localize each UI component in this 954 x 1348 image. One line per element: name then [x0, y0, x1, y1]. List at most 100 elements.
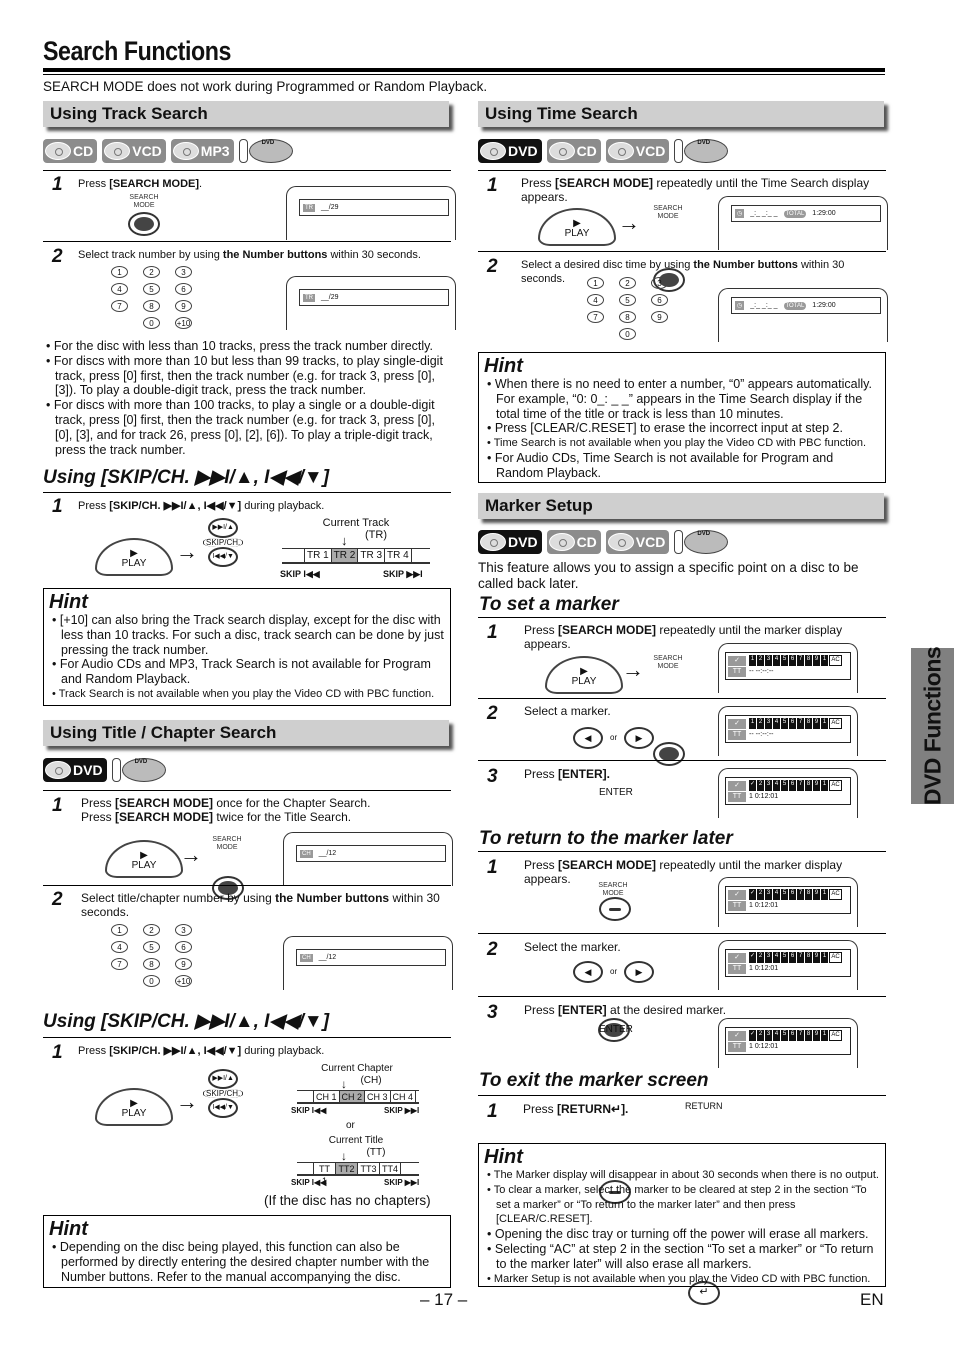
marker-slots: ✓ 2 3 4 5 6 7 8 9 1 AC	[749, 952, 842, 963]
number-button-1[interactable]: 1	[111, 924, 128, 936]
step-number: 2	[52, 889, 63, 910]
hint-item: • Track Search is not available when you…	[52, 687, 435, 700]
tv-screen: ✓ 1 2 3 4 5 6 7 8 9 1 AC TT -- --:--:--	[718, 643, 858, 693]
right-button[interactable]: ▶	[624, 961, 654, 983]
number-button-1[interactable]: 1	[111, 266, 128, 278]
divider	[43, 885, 451, 886]
number-button-6[interactable]: 6	[175, 941, 192, 953]
number-button-5[interactable]: 5	[143, 941, 160, 953]
number-button-1[interactable]: 1	[587, 277, 604, 289]
disc-compatibility: DVD DVD	[43, 757, 166, 783]
hint-box-time: Hint • When there is no need to enter a …	[478, 352, 886, 483]
remote-dvd-icon: DVD	[674, 530, 729, 554]
number-button-4[interactable]: 4	[111, 283, 128, 295]
current-track-caption: Current Track (TR)	[322, 517, 390, 541]
number-button-4[interactable]: 4	[111, 941, 128, 953]
number-button-0[interactable]: 0	[143, 975, 160, 987]
divider	[43, 1037, 451, 1038]
step-number: 1	[52, 1042, 63, 1063]
disc-icon	[172, 142, 199, 160]
number-button-3[interactable]: 3	[175, 924, 192, 936]
skip-prev-button[interactable]: I◀◀/▼	[208, 547, 239, 567]
hint-item: • Opening the disc tray or turning off t…	[487, 1227, 869, 1242]
arrow-down-icon: ↓	[341, 1149, 347, 1163]
number-button-7[interactable]: 7	[111, 958, 128, 970]
hint-box-track: Hint • [+10] can also bring the Track se…	[43, 588, 451, 706]
number-button-4[interactable]: 4	[587, 294, 604, 306]
skip-prev-button[interactable]: I◀◀/▼	[208, 1098, 239, 1118]
note-item: • For the disc with less than 10 tracks,…	[46, 339, 433, 353]
title-cell-current: TT2	[335, 1163, 357, 1174]
disc-badge-dvd: DVD	[478, 139, 542, 163]
skip-next-label: SKIP ▶▶I	[384, 1178, 420, 1187]
number-button-9[interactable]: 9	[175, 958, 192, 970]
step-text: Press [RETURN↵].	[523, 1102, 629, 1116]
title-rule-thin	[43, 74, 885, 75]
current-chapter-caption: Current Chapter (CH)	[321, 1063, 393, 1086]
hint-item: • [+10] can also bring the Track search …	[52, 613, 444, 657]
number-button-9[interactable]: 9	[175, 300, 192, 312]
disc-badge-dvd: DVD	[478, 530, 542, 554]
play-button[interactable]: ▶ PLAY	[95, 538, 173, 576]
skip-prev-label: SKIP I◀◀	[291, 1178, 327, 1187]
number-button-plus10[interactable]: +10	[175, 975, 192, 987]
remote-dvd-icon: DVD	[674, 139, 729, 163]
step-text: Press [SEARCH MODE].	[78, 178, 203, 190]
enter-button[interactable]	[599, 897, 631, 921]
skip-next-button[interactable]: ▶▶I/▲	[208, 1069, 239, 1089]
divider	[478, 996, 886, 997]
search-mode-button[interactable]	[653, 742, 685, 766]
number-button-8[interactable]: 8	[143, 958, 160, 970]
title-cell: TT4	[379, 1163, 401, 1174]
left-button[interactable]: ◀	[573, 961, 603, 983]
marker-slots: ✓ 2 3 4 5 6 7 8 9 1 AC	[749, 780, 842, 791]
number-button-3[interactable]: 3	[175, 266, 192, 278]
skip-ch-label: SKIP/CH.	[203, 538, 244, 547]
number-button-5[interactable]: 5	[143, 283, 160, 295]
number-button-8[interactable]: 8	[143, 300, 160, 312]
number-button-6[interactable]: 6	[651, 294, 668, 306]
check-icon: ✓	[728, 1030, 746, 1041]
play-button[interactable]: ▶ PLAY	[538, 208, 616, 246]
marker-slots: ✓ 2 3 4 5 6 7 8 9 1 AC	[749, 889, 842, 900]
number-button-0[interactable]: 0	[619, 328, 636, 340]
number-button-2[interactable]: 2	[143, 266, 160, 278]
step-text: Select a marker.	[524, 704, 611, 718]
time-display: ◷ _:_ _:_ _ TOTAL 1:29:00	[731, 205, 881, 222]
number-button-7[interactable]: 7	[111, 300, 128, 312]
page-number: – 17 –	[420, 1290, 468, 1309]
disc-icon	[480, 142, 506, 160]
number-button-7[interactable]: 7	[587, 311, 604, 323]
number-button-5[interactable]: 5	[619, 294, 636, 306]
number-button-0[interactable]: 0	[143, 317, 160, 329]
right-button[interactable]: ▶	[624, 727, 654, 749]
chapter-sequence: CH 1 CH 2 CH 3 CH 4	[297, 1090, 419, 1104]
number-button-9[interactable]: 9	[651, 311, 668, 323]
remote-dvd-icon: DVD	[111, 758, 166, 782]
hint-item: • Depending on the disc being played, th…	[52, 1240, 430, 1284]
or-label: or	[346, 1120, 355, 1131]
number-button-6[interactable]: 6	[175, 283, 192, 295]
hint-item: • Selecting “AC” at step 2 in the sectio…	[487, 1241, 874, 1271]
play-button[interactable]: ▶ PLAY	[105, 840, 183, 878]
play-button[interactable]: ▶ PLAY	[95, 1088, 173, 1126]
number-button-8[interactable]: 8	[619, 311, 636, 323]
number-button-2[interactable]: 2	[619, 277, 636, 289]
number-button-2[interactable]: 2	[143, 924, 160, 936]
disc-badge-vcd: VCD	[102, 139, 166, 163]
number-button-3[interactable]: 3	[651, 277, 668, 289]
marker-intro: This feature allows you to assign a spec…	[478, 560, 859, 591]
arrow-down-icon: ↓	[341, 533, 348, 548]
step-text: Select a desired disc time by using the …	[521, 259, 845, 285]
track-display: TR __/29	[299, 199, 449, 216]
arrow-down-icon: ↓	[341, 1077, 347, 1091]
disc-badge-mp3: MP3	[170, 139, 234, 163]
left-button[interactable]: ◀	[573, 727, 603, 749]
search-mode-button[interactable]	[128, 212, 160, 236]
play-button[interactable]: ▶ PLAY	[545, 656, 623, 694]
number-button-plus10[interactable]: +10	[175, 317, 192, 329]
skip-prev-label: SKIP I◀◀	[280, 569, 320, 579]
divider	[43, 492, 451, 493]
skip-next-button[interactable]: ▶▶I/▲	[208, 518, 239, 538]
tv-screen: CH __/12	[283, 936, 453, 990]
